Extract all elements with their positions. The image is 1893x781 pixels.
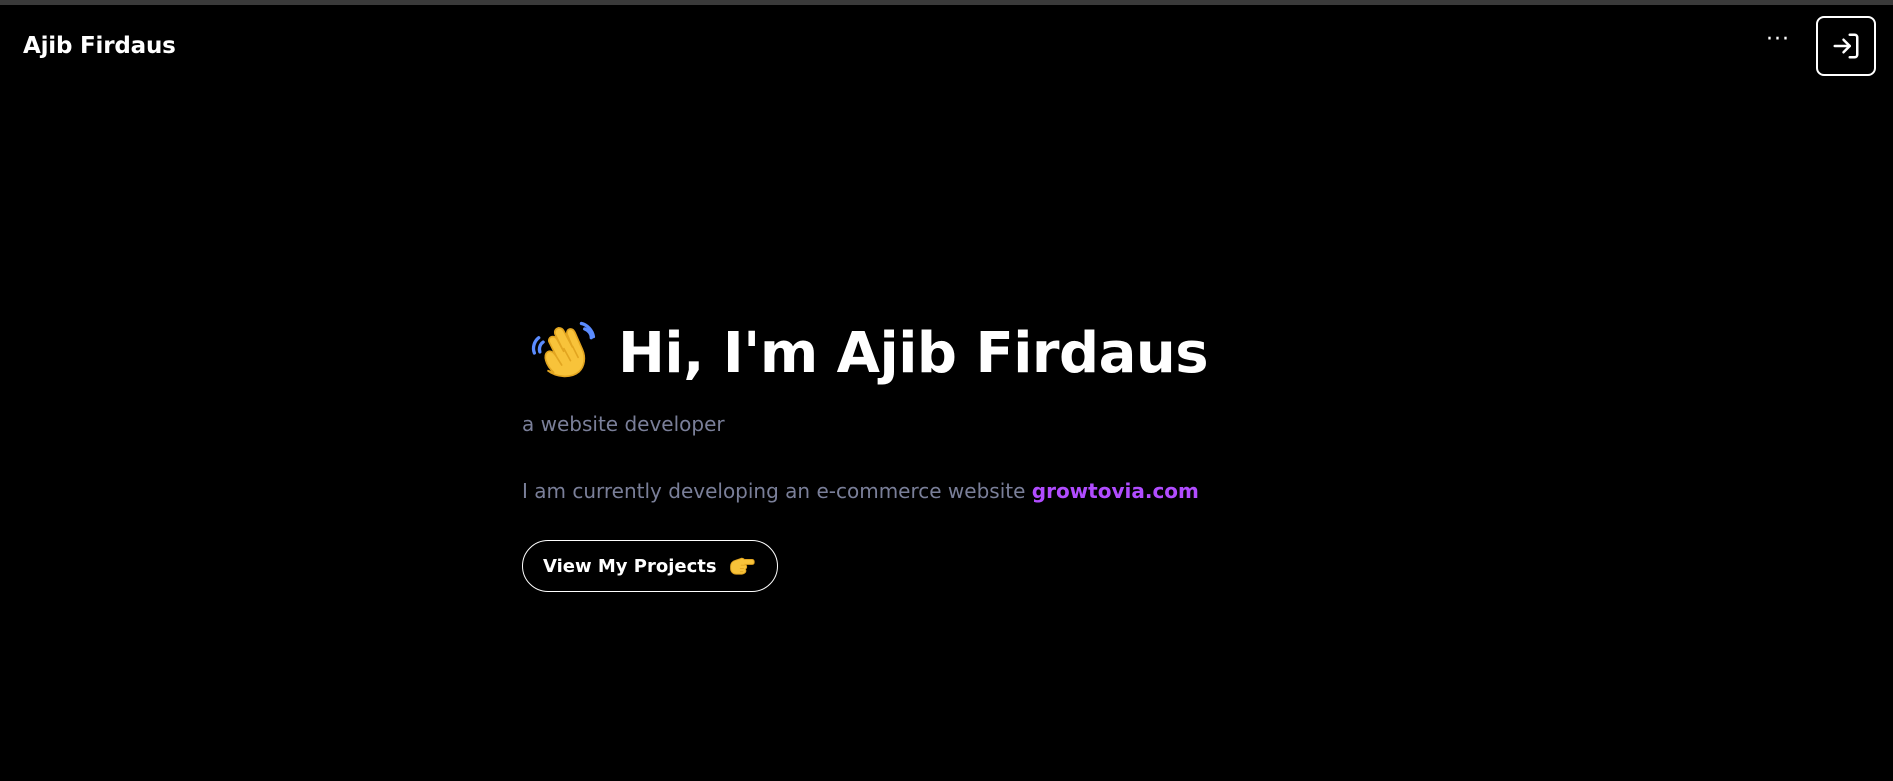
- hero-subtitle: a website developer: [522, 412, 725, 436]
- ellipsis-icon: ···: [1766, 27, 1790, 52]
- hero-heading: Hi, I'm Ajib Firdaus: [618, 320, 1209, 386]
- nav-actions: ···: [1762, 16, 1876, 76]
- sign-in-icon: [1833, 33, 1859, 59]
- hero-title-row: Hi, I'm Ajib Firdaus: [522, 316, 1422, 390]
- description-text: I am currently developing an e-commerce …: [522, 479, 1032, 503]
- hero-section: Hi, I'm Ajib Firdaus a website developer…: [522, 316, 1422, 592]
- brand-name[interactable]: Ajib Firdaus: [23, 33, 176, 59]
- more-options-button[interactable]: ···: [1762, 27, 1794, 62]
- hero-description: I am currently developing an e-commerce …: [522, 479, 1422, 503]
- growtovia-link[interactable]: growtovia.com: [1032, 479, 1199, 503]
- view-projects-button[interactable]: View My Projects: [522, 540, 778, 592]
- waving-hand-icon: [531, 321, 596, 378]
- view-projects-label: View My Projects: [543, 555, 717, 577]
- login-button[interactable]: [1816, 16, 1876, 76]
- pointing-hand-icon: [729, 557, 755, 575]
- navbar: Ajib Firdaus ···: [0, 5, 1893, 87]
